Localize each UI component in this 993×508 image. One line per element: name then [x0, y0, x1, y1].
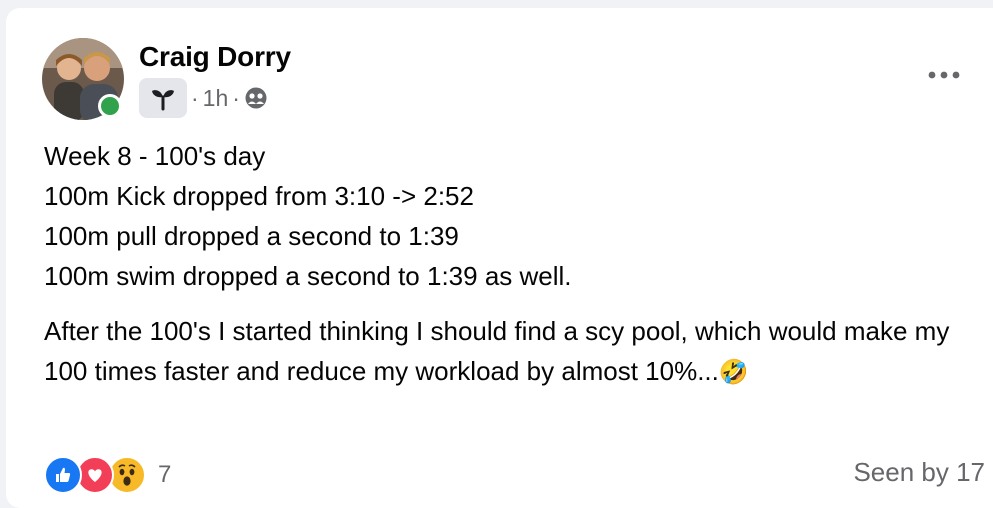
sprout-icon[interactable] — [139, 78, 187, 118]
like-icon — [44, 456, 82, 494]
reaction-count[interactable]: 7 — [158, 461, 171, 489]
post-paragraph: After the 100's I started thinking I sho… — [44, 311, 984, 393]
online-status-indicator — [98, 94, 122, 118]
post-paragraph-text: After the 100's I started thinking I sho… — [44, 316, 950, 386]
friends-icon[interactable] — [244, 86, 268, 110]
post-line: Week 8 - 100's day — [44, 141, 266, 171]
post-meta: · 1h · — [139, 78, 268, 118]
seen-by-count[interactable]: Seen by 17 — [853, 457, 985, 488]
reaction-summary[interactable]: 7 — [44, 456, 171, 494]
post-body: Week 8 - 100's day 100m Kick dropped fro… — [44, 136, 984, 393]
post-line: 100m Kick dropped from 3:10 -> 2:52 — [44, 181, 474, 211]
meta-separator: · — [191, 84, 199, 111]
post-timestamp[interactable]: 1h — [203, 85, 229, 112]
more-options-icon[interactable] — [924, 60, 964, 90]
meta-separator: · — [232, 84, 240, 111]
post-card: Craig Dorry · 1h · Week 8 - 100's day 10… — [6, 8, 993, 508]
post-line: 100m pull dropped a second to 1:39 — [44, 221, 459, 251]
author-name[interactable]: Craig Dorry — [139, 41, 291, 73]
post-line: 100m swim dropped a second to 1:39 as we… — [44, 261, 572, 291]
rolling-laughing-emoji: 🤣 — [718, 359, 749, 386]
